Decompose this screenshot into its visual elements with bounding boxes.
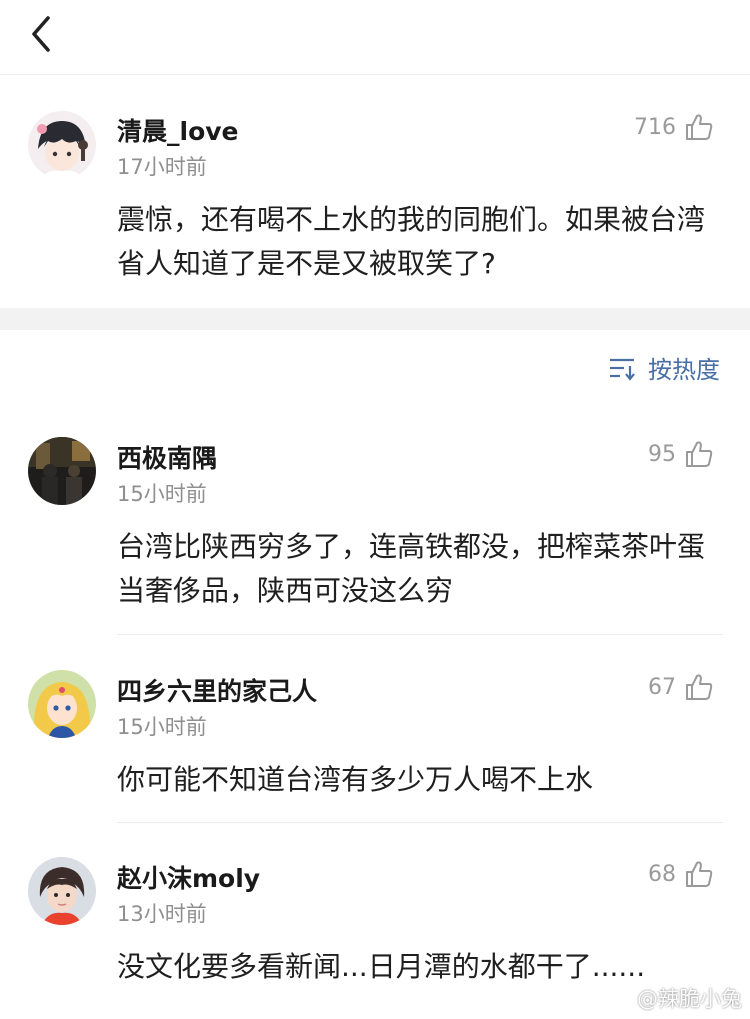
like-button[interactable]: 95 [648, 437, 714, 471]
avatar[interactable] [28, 437, 96, 505]
avatar-image [28, 437, 96, 505]
sort-label: 按热度 [648, 356, 720, 384]
avatar-image [28, 670, 96, 738]
watermark-text: @辣脆小兔 [637, 987, 742, 1011]
comment-time: 17小时前 [117, 155, 207, 179]
comment-username[interactable]: 清晨_love [117, 112, 239, 148]
reply-time: 13小时前 [117, 902, 207, 926]
thumbs-up-icon [686, 114, 713, 140]
like-button[interactable]: 68 [648, 857, 714, 891]
weibo-icon [603, 989, 631, 1010]
avatar[interactable] [28, 670, 96, 738]
reply-username[interactable]: 四乡六里的家己人 [117, 672, 317, 708]
reply-time: 15小时前 [117, 715, 207, 739]
reply-text: 你可能不知道台湾有多少万人喝不上水 [117, 763, 594, 796]
top-bar [0, 0, 750, 75]
reply-item: 四乡六里的家己人 15小时前 67 你可能不知道台湾有多少万人喝不上水 [0, 648, 750, 823]
watermark: @辣脆小兔 [601, 983, 742, 1013]
main-comment: 清晨_love 17小时前 716 震惊，还有喝不上水的我的同胞们。如果被台湾省… [0, 75, 750, 308]
back-button[interactable] [22, 10, 62, 58]
reply-item: 西极南隅 15小时前 95 台湾比陕西穷多了，连高铁都没，把榨菜茶叶蛋当奢侈品，… [0, 415, 750, 635]
reply-username[interactable]: 西极南隅 [117, 439, 217, 475]
thumbs-up-icon [686, 861, 713, 887]
thumbs-up-icon [686, 441, 713, 467]
comment-detail-page: 清晨_love 17小时前 716 震惊，还有喝不上水的我的同胞们。如果被台湾省… [0, 0, 750, 1019]
like-count: 68 [648, 861, 676, 887]
avatar[interactable] [28, 111, 96, 179]
like-button[interactable]: 67 [648, 670, 714, 704]
like-count: 716 [634, 114, 676, 140]
like-count: 67 [648, 674, 676, 700]
reply-divider [117, 822, 723, 823]
like-count: 95 [648, 441, 676, 467]
reply-time: 15小时前 [117, 482, 207, 506]
like-button[interactable]: 716 [634, 110, 714, 144]
section-separator [0, 308, 750, 330]
avatar-image [28, 857, 96, 925]
reply-text: 台湾比陕西穷多了，连高铁都没，把榨菜茶叶蛋当奢侈品，陕西可没这么穷 [117, 530, 706, 607]
avatar-image [28, 111, 96, 179]
avatar[interactable] [28, 857, 96, 925]
comment-text: 震惊，还有喝不上水的我的同胞们。如果被台湾省人知道了是不是又被取笑了? [117, 203, 706, 280]
reply-username[interactable]: 赵小沫moly [117, 859, 260, 895]
thumbs-up-icon [686, 674, 713, 700]
sort-icon [610, 358, 635, 381]
sort-by-popularity-button[interactable]: 按热度 [608, 350, 720, 385]
chevron-left-icon [32, 16, 50, 52]
reply-divider [117, 634, 723, 635]
